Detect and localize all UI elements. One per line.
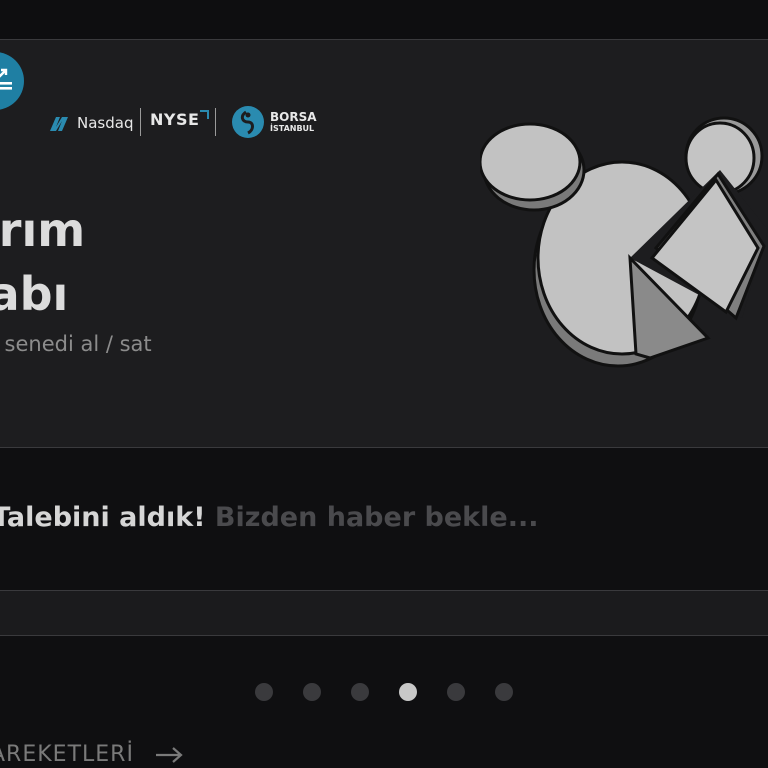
carousel-dot[interactable] bbox=[495, 683, 513, 701]
card-title: atırım esabı bbox=[0, 198, 85, 326]
carousel-pagination bbox=[255, 682, 543, 702]
logo-divider bbox=[215, 108, 216, 136]
nyse-logo: NYSE bbox=[150, 110, 210, 129]
divider-band bbox=[0, 590, 768, 636]
borsa-mark-icon bbox=[232, 106, 264, 138]
logo-divider bbox=[140, 108, 141, 136]
arrow-right-icon bbox=[155, 746, 183, 763]
transactions-link[interactable]: AREKETLERİ bbox=[0, 742, 184, 767]
request-received-message: Talebini aldık! Bizden haber bekle... bbox=[0, 502, 538, 533]
nasdaq-label: Nasdaq bbox=[77, 114, 134, 132]
istanbul-label: İSTANBUL bbox=[270, 124, 315, 133]
carousel-dot[interactable] bbox=[447, 683, 465, 701]
notice-muted-text: Bizden haber bekle... bbox=[214, 502, 539, 533]
pie-chart-coins-illustration bbox=[480, 116, 768, 368]
carousel-dot[interactable] bbox=[399, 683, 417, 701]
card-title-line2: esabı bbox=[0, 267, 69, 321]
carousel-dot[interactable] bbox=[303, 683, 321, 701]
carousel-dot[interactable] bbox=[255, 683, 273, 701]
nasdaq-mark-icon bbox=[50, 117, 68, 131]
card-subtitle: se senedi al / sat bbox=[0, 332, 152, 356]
top-strip bbox=[0, 0, 768, 39]
card-title-line1: atırım bbox=[0, 203, 86, 257]
nyse-label: NYSE bbox=[150, 110, 200, 129]
transactions-link-label: AREKETLERİ bbox=[0, 742, 134, 767]
nasdaq-logo: Nasdaq bbox=[48, 111, 133, 135]
borsa-label: BORSA bbox=[270, 110, 317, 124]
page: Nasdaq NYSE BORSA İSTANBUL atırım esabı … bbox=[0, 0, 768, 768]
nyse-mark-icon bbox=[200, 110, 210, 119]
notice-strong-text: Talebini aldık! bbox=[0, 502, 206, 533]
borsa-istanbul-logo: BORSA İSTANBUL bbox=[232, 106, 317, 138]
carousel-dot[interactable] bbox=[351, 683, 369, 701]
